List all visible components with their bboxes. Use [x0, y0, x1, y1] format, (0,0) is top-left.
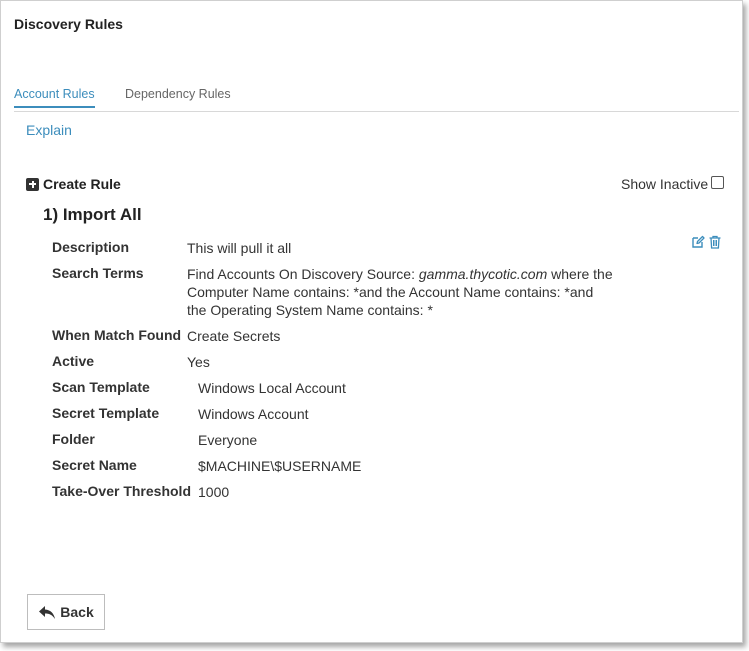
search-terms-line-1: Find Accounts On Discovery Source: gamma…: [187, 265, 613, 283]
discovery-rules-panel: Discovery Rules Account Rules Dependency…: [0, 0, 743, 643]
back-button-label: Back: [60, 604, 94, 620]
when-match-found-value: Create Secrets: [187, 328, 281, 344]
tab-dependency-rules[interactable]: Dependency Rules: [125, 87, 231, 106]
reply-arrow-icon: [39, 605, 56, 619]
show-inactive-checkbox[interactable]: [711, 176, 725, 189]
page-title: Discovery Rules: [14, 16, 123, 32]
folder-label: Folder: [52, 431, 95, 447]
secret-name-label: Secret Name: [52, 457, 137, 473]
plus-square-icon: [26, 177, 39, 191]
show-inactive-toggle: Show Inactive: [621, 176, 725, 192]
rule-tabs: Account Rules Dependency Rules: [14, 85, 739, 112]
search-terms-label: Search Terms: [52, 265, 144, 281]
trash-icon[interactable]: [708, 235, 722, 249]
search-terms-line-3: the Operating System Name contains: *: [187, 302, 433, 318]
folder-value: Everyone: [198, 432, 258, 448]
search-terms-suffix: where the: [547, 266, 613, 282]
create-rule-label: Create Rule: [43, 176, 121, 192]
search-terms-prefix: Find Accounts On Discovery Source:: [187, 266, 419, 282]
back-button[interactable]: Back: [27, 594, 105, 630]
secret-name-value: $MACHINE\$USERNAME: [198, 458, 362, 474]
secret-template-value: Windows Account: [198, 406, 309, 422]
rule-title: 1) Import All: [43, 205, 142, 224]
when-match-found-label: When Match Found: [52, 327, 182, 343]
take-over-threshold-label: Take-Over Threshold: [52, 483, 192, 499]
search-terms-value: Find Accounts On Discovery Source: gamma…: [187, 265, 613, 319]
explain-link[interactable]: Explain: [26, 122, 72, 138]
scan-template-value: Windows Local Account: [198, 380, 346, 396]
edit-icon[interactable]: [691, 235, 705, 249]
active-value: Yes: [187, 354, 210, 370]
description-label: Description: [52, 239, 130, 255]
secret-template-label: Secret Template: [52, 405, 160, 421]
search-terms-line-2: Computer Name contains: *and the Account…: [187, 284, 594, 300]
rule-actions: [691, 235, 722, 249]
active-label: Active: [52, 353, 95, 369]
create-rule-button[interactable]: Create Rule: [26, 176, 121, 192]
discovery-source: gamma.thycotic.com: [418, 266, 548, 282]
description-value: This will pull it all: [187, 240, 292, 256]
show-inactive-label: Show Inactive: [621, 176, 709, 192]
scan-template-label: Scan Template: [52, 379, 150, 395]
take-over-threshold-value: 1000: [198, 484, 230, 500]
tab-account-rules[interactable]: Account Rules: [14, 87, 95, 108]
